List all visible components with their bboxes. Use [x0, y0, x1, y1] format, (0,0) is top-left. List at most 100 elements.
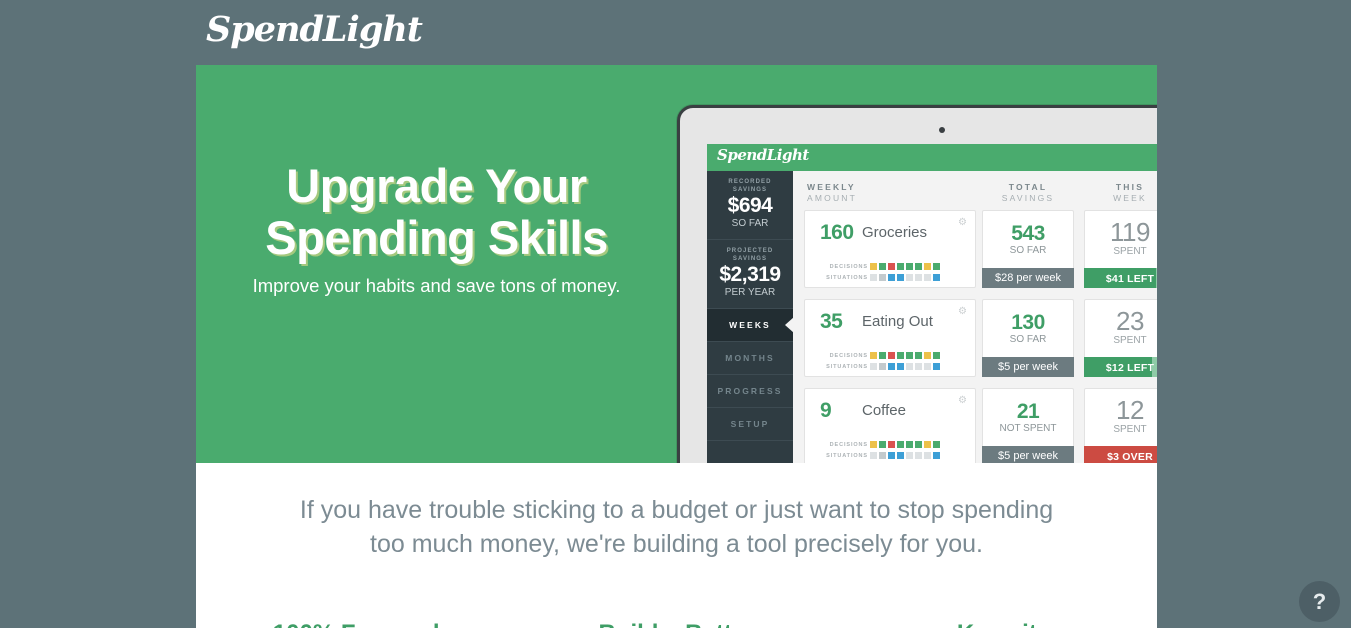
budget-row: 160 Groceries ⚙ DECISIONS SITUATIONS 543 SO FA…	[804, 210, 1157, 288]
header-line1: TOTAL	[1008, 182, 1048, 192]
total-savings-box: 130 SO FAR	[982, 299, 1074, 357]
hero-title: Upgrade Your Spending Skills	[196, 160, 677, 264]
category-card[interactable]: 9 Coffee ⚙ DECISIONS SITUATIONS	[804, 388, 976, 463]
situations-label: SITUATIONS	[826, 363, 868, 370]
situation-swatch	[933, 363, 940, 371]
situation-swatch	[906, 274, 913, 282]
total-savings-box: 21 NOT SPENT	[982, 388, 1074, 446]
intro-paragraph: If you have trouble sticking to a budget…	[196, 493, 1157, 561]
total-savings-cell: 130 SO FAR $5 per week	[982, 299, 1074, 377]
camera-dot-icon	[939, 127, 945, 133]
total-savings-label: SO FAR	[1009, 334, 1047, 345]
situation-swatch	[933, 274, 940, 282]
situation-swatch	[870, 363, 877, 371]
this-week-label: SPENT	[1113, 424, 1147, 435]
situations-label: SITUATIONS	[826, 274, 868, 281]
stat-key-line1: RECORDED	[728, 179, 772, 185]
remaining-bar: $3 OVER	[1084, 446, 1157, 463]
category-card[interactable]: 35 Eating Out ⚙ DECISIONS SITUATIONS	[804, 299, 976, 377]
top-bar: SpendLight	[0, 0, 1351, 65]
total-savings-value: 543	[1011, 222, 1045, 245]
situation-swatch	[879, 274, 886, 282]
remaining-bar-text: $41 LEFT	[1105, 273, 1155, 285]
this-week-label: SPENT	[1113, 246, 1147, 257]
feature-heading-3: Keep it	[837, 620, 1157, 628]
stat-key-line1: PROJECTED	[726, 248, 774, 254]
situation-swatch	[933, 452, 940, 460]
sidebar-item-progress[interactable]: PROGRESS	[707, 375, 793, 408]
help-button[interactable]: ?	[1299, 581, 1340, 622]
app-content: WEEKLY AMOUNT TOTAL SAVINGS THIS WEEK 16…	[793, 171, 1157, 463]
total-savings-value: 130	[1011, 311, 1045, 334]
situation-swatch	[915, 274, 922, 282]
feature-heading-2: Build a Better	[516, 620, 836, 628]
situation-swatch	[924, 363, 931, 371]
situation-swatch	[906, 363, 913, 371]
this-week-box: 12 SPENT	[1084, 388, 1157, 446]
header-line1: WEEKLY	[807, 182, 856, 192]
this-week-value: 119	[1110, 217, 1150, 247]
this-week-box: 23 SPENT	[1084, 299, 1157, 357]
app-header: SpendLight betterspender@example.com	[707, 144, 1157, 171]
category-card[interactable]: 160 Groceries ⚙ DECISIONS SITUATIONS	[804, 210, 976, 288]
sidebar-item-months[interactable]: MONTHS	[707, 342, 793, 375]
hero-subtitle: Improve your habits and save tons of mon…	[252, 275, 621, 296]
this-week-cell: 12 SPENT $3 OVER	[1084, 388, 1157, 463]
situation-swatch	[906, 452, 913, 460]
app-logo[interactable]: SpendLight	[717, 146, 809, 164]
hero-section: Upgrade Your Spending Skills Improve you…	[196, 65, 1157, 463]
this-week-cell: 23 SPENT $12 LEFT	[1084, 299, 1157, 377]
situations-meter: SITUATIONS	[820, 447, 940, 463]
stat-key-line2: SAVINGS	[732, 256, 768, 262]
column-header-weekly-amount: WEEKLY AMOUNT	[807, 182, 857, 204]
category-amount: 160	[820, 221, 854, 244]
intro-line2: too much money, we're building a tool pr…	[370, 530, 983, 558]
this-week-cell: 119 SPENT $41 LEFT	[1084, 210, 1157, 288]
sidebar-item-weeks[interactable]: WEEKS	[707, 309, 794, 342]
category-amount: 9	[820, 399, 832, 422]
total-savings-box: 543 SO FAR	[982, 210, 1074, 268]
gear-icon[interactable]: ⚙	[958, 396, 967, 406]
remaining-bar-text: $3 OVER	[1107, 451, 1153, 463]
gear-icon[interactable]: ⚙	[958, 307, 967, 317]
header-line2: SAVINGS	[1001, 193, 1055, 203]
column-headers: WEEKLY AMOUNT TOTAL SAVINGS THIS WEEK	[804, 182, 1157, 210]
situation-swatch	[924, 274, 931, 282]
feature-heading-1: 100% Focused	[196, 620, 516, 628]
landing-page: SpendLight Upgrade Your Spending Skills …	[0, 0, 1351, 628]
situation-swatch	[888, 363, 895, 371]
app-body: RECORDED SAVINGS $694 SO FAR PROJECTED S…	[707, 171, 1157, 463]
site-logo[interactable]: SpendLight	[206, 9, 423, 50]
intro-line1: If you have trouble sticking to a budget…	[299, 496, 1054, 524]
header-line2: WEEK	[1113, 193, 1147, 203]
sidebar-item-setup[interactable]: SETUP	[707, 408, 793, 441]
app-screen: SpendLight betterspender@example.com REC…	[707, 144, 1157, 463]
total-savings-cell: 543 SO FAR $28 per week	[982, 210, 1074, 288]
situations-label: SITUATIONS	[826, 452, 868, 459]
category-name: Eating Out	[862, 313, 933, 330]
category-name: Coffee	[862, 402, 906, 419]
remaining-bar: $41 LEFT	[1084, 268, 1157, 288]
situation-swatch	[888, 274, 895, 282]
column-header-total-savings: TOTAL SAVINGS	[982, 182, 1074, 204]
total-savings-label: SO FAR	[1009, 245, 1047, 256]
situations-meter: SITUATIONS	[820, 358, 940, 376]
app-sidebar: RECORDED SAVINGS $694 SO FAR PROJECTED S…	[707, 171, 794, 463]
stat-key-line2: SAVINGS	[732, 187, 768, 193]
situations-meter: SITUATIONS	[820, 269, 940, 287]
this-week-value: 12	[1116, 395, 1144, 425]
situation-swatch	[915, 452, 922, 460]
feature-headings: 100% Focused Build a Better Keep it	[196, 620, 1157, 628]
total-savings-cell: 21 NOT SPENT $5 per week	[982, 388, 1074, 463]
content-shell: Upgrade Your Spending Skills Improve you…	[196, 65, 1157, 628]
gear-icon[interactable]: ⚙	[958, 218, 967, 228]
tablet-mockup: SpendLight betterspender@example.com REC…	[677, 105, 1157, 463]
situation-swatch	[879, 452, 886, 460]
budget-row: 35 Eating Out ⚙ DECISIONS SITUATIONS 130 SO FA…	[804, 299, 1157, 377]
situation-swatch	[924, 452, 931, 460]
remaining-bar: $12 LEFT	[1084, 357, 1157, 377]
remaining-bar-text: $12 LEFT	[1105, 362, 1155, 374]
hero-title-line1: Upgrade Your	[286, 159, 587, 212]
total-savings-label: NOT SPENT	[999, 423, 1057, 434]
header-line2: AMOUNT	[807, 193, 858, 203]
